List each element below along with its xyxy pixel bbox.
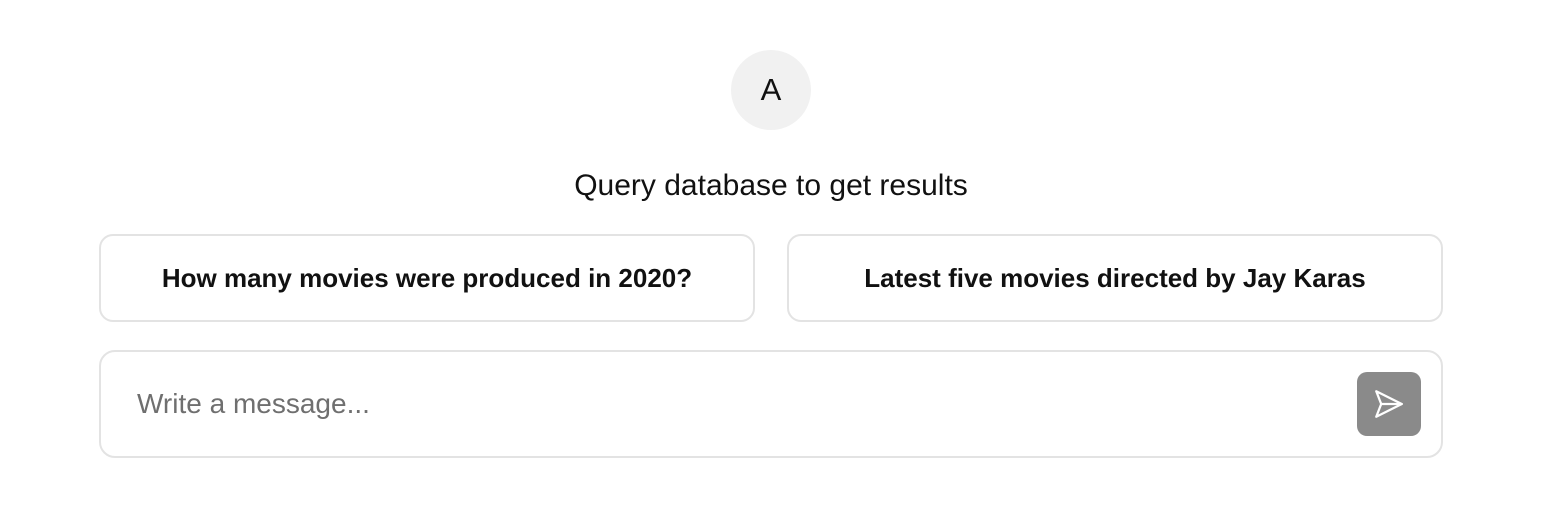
- suggestion-label: Latest five movies directed by Jay Karas: [864, 262, 1366, 293]
- suggestion-label: How many movies were produced in 2020?: [161, 262, 693, 293]
- page-title: Query database to get results: [574, 169, 968, 202]
- suggestion-button-jay-karas[interactable]: Latest five movies directed by Jay Karas: [787, 234, 1443, 322]
- assistant-avatar: A: [731, 50, 811, 130]
- message-composer: [99, 350, 1443, 458]
- avatar-letter: A: [760, 72, 782, 107]
- send-button[interactable]: [1357, 372, 1421, 436]
- suggestion-button-movies-2020[interactable]: How many movies were produced in 2020?: [99, 234, 755, 322]
- message-input[interactable]: [137, 380, 1317, 428]
- send-icon: [1375, 390, 1403, 418]
